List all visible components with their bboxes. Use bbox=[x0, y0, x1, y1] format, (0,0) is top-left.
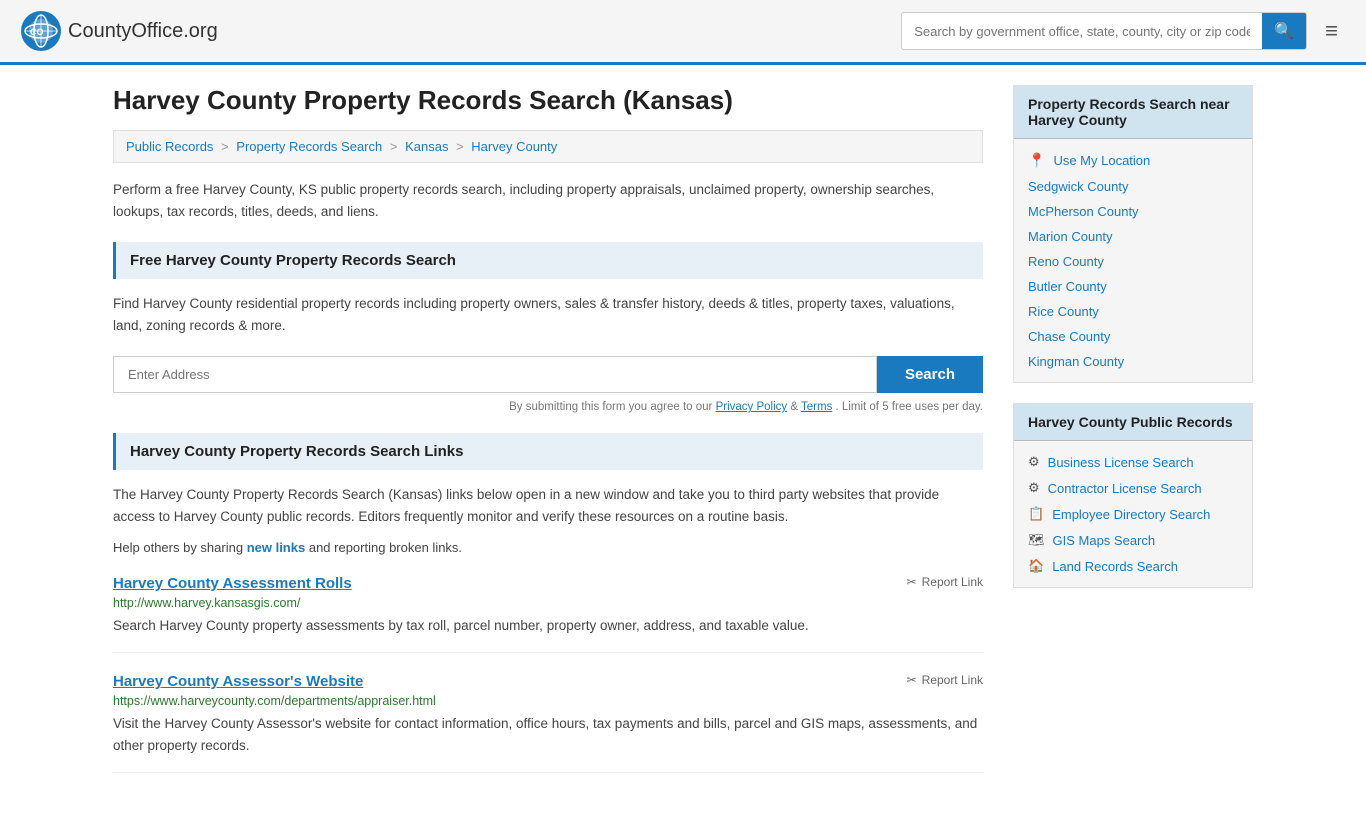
page-container: Harvey County Property Records Search (K… bbox=[93, 65, 1273, 813]
sidebar-public-records-section: Harvey County Public Records ⚙ Business … bbox=[1013, 403, 1253, 588]
header-search-button[interactable]: 🔍 bbox=[1262, 13, 1306, 49]
contractor-license-icon: ⚙ bbox=[1028, 480, 1040, 496]
employee-directory-link[interactable]: Employee Directory Search bbox=[1052, 507, 1210, 522]
address-search-button[interactable]: Search bbox=[877, 356, 983, 393]
link-item-assessors-website: Harvey County Assessor's Website ✂ Repor… bbox=[113, 673, 983, 773]
sidebar-item-business-license[interactable]: ⚙ Business License Search bbox=[1014, 449, 1252, 475]
butler-county-link[interactable]: Butler County bbox=[1028, 279, 1107, 294]
rice-county-link[interactable]: Rice County bbox=[1028, 304, 1099, 319]
sidebar-item-mcpherson[interactable]: McPherson County bbox=[1014, 199, 1252, 224]
main-content: Harvey County Property Records Search (K… bbox=[113, 85, 983, 793]
share-line: Help others by sharing new links and rep… bbox=[113, 540, 983, 555]
svg-text:CO: CO bbox=[30, 27, 44, 37]
page-description: Perform a free Harvey County, KS public … bbox=[113, 179, 983, 222]
business-license-link[interactable]: Business License Search bbox=[1048, 455, 1194, 470]
link-title-assessors-website[interactable]: Harvey County Assessor's Website bbox=[113, 673, 363, 690]
contractor-license-link[interactable]: Contractor License Search bbox=[1048, 481, 1202, 496]
report-link-button-1[interactable]: ✂ Report Link bbox=[907, 575, 983, 589]
use-my-location-link[interactable]: Use My Location bbox=[1053, 153, 1150, 168]
address-row: Search bbox=[113, 356, 983, 393]
link-url-assessors-website[interactable]: https://www.harveycounty.com/departments… bbox=[113, 694, 983, 708]
hamburger-menu[interactable]: ≡ bbox=[1317, 14, 1346, 48]
sidebar-item-reno[interactable]: Reno County bbox=[1014, 249, 1252, 274]
sedgwick-county-link[interactable]: Sedgwick County bbox=[1028, 179, 1128, 194]
header-search-bar[interactable]: 🔍 bbox=[901, 12, 1307, 50]
sidebar-public-records-list: ⚙ Business License Search ⚙ Contractor L… bbox=[1014, 441, 1252, 587]
link-item-assessment-rolls: Harvey County Assessment Rolls ✂ Report … bbox=[113, 575, 983, 654]
business-license-icon: ⚙ bbox=[1028, 454, 1040, 470]
reno-county-link[interactable]: Reno County bbox=[1028, 254, 1104, 269]
chase-county-link[interactable]: Chase County bbox=[1028, 329, 1110, 344]
free-search-section: Free Harvey County Property Records Sear… bbox=[113, 242, 983, 413]
sidebar-use-location[interactable]: 📍 Use My Location bbox=[1014, 147, 1252, 174]
sidebar-item-contractor-license[interactable]: ⚙ Contractor License Search bbox=[1014, 475, 1252, 501]
terms-link[interactable]: Terms bbox=[801, 401, 832, 413]
sidebar-item-employee-directory[interactable]: 📋 Employee Directory Search bbox=[1014, 501, 1252, 527]
free-search-heading: Free Harvey County Property Records Sear… bbox=[113, 242, 983, 279]
logo-icon: CO bbox=[20, 10, 62, 52]
sidebar-item-marion[interactable]: Marion County bbox=[1014, 224, 1252, 249]
logo-area[interactable]: CO CountyOffice.org bbox=[20, 10, 218, 52]
sidebar-item-chase[interactable]: Chase County bbox=[1014, 324, 1252, 349]
privacy-policy-link[interactable]: Privacy Policy bbox=[716, 401, 788, 413]
sidebar-nearby-section: Property Records Search near Harvey Coun… bbox=[1013, 85, 1253, 383]
marion-county-link[interactable]: Marion County bbox=[1028, 229, 1113, 244]
land-records-link[interactable]: Land Records Search bbox=[1052, 559, 1178, 574]
employee-directory-icon: 📋 bbox=[1028, 506, 1044, 522]
header-search-input[interactable] bbox=[902, 16, 1262, 47]
link-url-assessment-rolls[interactable]: http://www.harvey.kansasgis.com/ bbox=[113, 596, 983, 610]
link-desc-assessors-website: Visit the Harvey County Assessor's websi… bbox=[113, 713, 983, 756]
page-title: Harvey County Property Records Search (K… bbox=[113, 85, 983, 116]
address-search-form: Search By submitting this form you agree… bbox=[113, 356, 983, 413]
sidebar-nearby-list: 📍 Use My Location Sedgwick County McPher… bbox=[1014, 139, 1252, 382]
sidebar-item-sedgwick[interactable]: Sedgwick County bbox=[1014, 174, 1252, 199]
free-search-description: Find Harvey County residential property … bbox=[113, 293, 983, 336]
mcpherson-county-link[interactable]: McPherson County bbox=[1028, 204, 1139, 219]
links-heading: Harvey County Property Records Search Li… bbox=[113, 433, 983, 470]
header: CO CountyOffice.org 🔍 ≡ bbox=[0, 0, 1366, 65]
gis-maps-icon: 🗺 bbox=[1028, 532, 1045, 548]
kingman-county-link[interactable]: Kingman County bbox=[1028, 354, 1124, 369]
new-links-link[interactable]: new links bbox=[247, 540, 306, 555]
logo-text: CountyOffice.org bbox=[68, 20, 218, 43]
breadcrumb-public-records[interactable]: Public Records bbox=[126, 139, 213, 154]
sidebar-item-land-records[interactable]: 🏠 Land Records Search bbox=[1014, 553, 1252, 579]
report-link-button-2[interactable]: ✂ Report Link bbox=[907, 673, 983, 687]
sidebar-public-records-title: Harvey County Public Records bbox=[1014, 404, 1252, 441]
gis-maps-link[interactable]: GIS Maps Search bbox=[1053, 533, 1156, 548]
links-section: Harvey County Property Records Search Li… bbox=[113, 433, 983, 773]
sidebar-item-butler[interactable]: Butler County bbox=[1014, 274, 1252, 299]
sidebar-item-kingman[interactable]: Kingman County bbox=[1014, 349, 1252, 374]
sidebar-nearby-title: Property Records Search near Harvey Coun… bbox=[1014, 86, 1252, 139]
sidebar: Property Records Search near Harvey Coun… bbox=[1013, 85, 1253, 793]
address-input[interactable] bbox=[113, 356, 877, 393]
sidebar-item-gis-maps[interactable]: 🗺 GIS Maps Search bbox=[1014, 527, 1252, 553]
breadcrumb-harvey-county[interactable]: Harvey County bbox=[471, 139, 557, 154]
link-desc-assessment-rolls: Search Harvey County property assessment… bbox=[113, 615, 983, 637]
breadcrumb-kansas[interactable]: Kansas bbox=[405, 139, 448, 154]
form-note: By submitting this form you agree to our… bbox=[113, 401, 983, 413]
location-icon: 📍 bbox=[1028, 152, 1045, 169]
land-records-icon: 🏠 bbox=[1028, 558, 1044, 574]
link-title-assessment-rolls[interactable]: Harvey County Assessment Rolls bbox=[113, 575, 352, 592]
links-description: The Harvey County Property Records Searc… bbox=[113, 484, 983, 527]
breadcrumb: Public Records > Property Records Search… bbox=[113, 130, 983, 163]
breadcrumb-property-records[interactable]: Property Records Search bbox=[236, 139, 382, 154]
sidebar-item-rice[interactable]: Rice County bbox=[1014, 299, 1252, 324]
header-right: 🔍 ≡ bbox=[901, 12, 1346, 50]
